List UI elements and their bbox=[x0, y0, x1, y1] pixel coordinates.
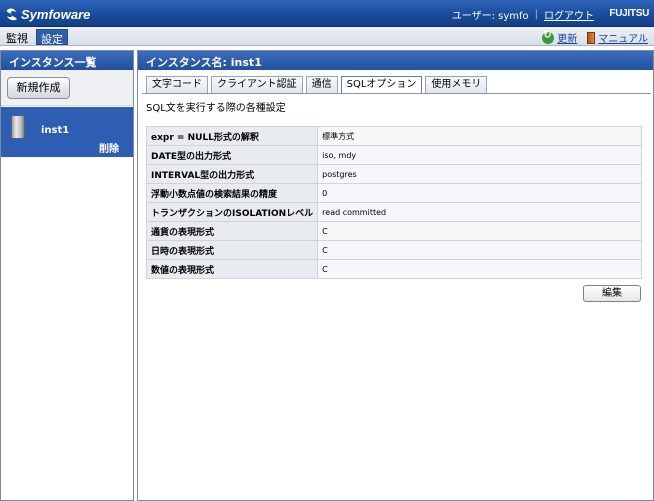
refresh-label: 更新 bbox=[557, 34, 578, 45]
table-row: INTERVAL型の出力形式 postgres bbox=[145, 164, 642, 184]
setting-value: 0 bbox=[317, 183, 642, 203]
table-row: 数値の表現形式 C bbox=[145, 259, 642, 279]
tab-memory-usage[interactable]: 使用メモリ bbox=[425, 76, 488, 93]
tab-character-code[interactable]: 文字コード bbox=[146, 76, 208, 93]
setting-value: postgres bbox=[317, 164, 642, 184]
table-row: 浮動小数点値の検索結果の精度 0 bbox=[145, 183, 642, 203]
symfoware-logo: Symfoware bbox=[5, 5, 90, 23]
tab-sql-options[interactable]: SQLオプション bbox=[340, 76, 423, 94]
setting-key: 浮動小数点値の検索結果の精度 bbox=[145, 183, 319, 203]
new-instance-button[interactable]: 新規作成 bbox=[7, 77, 70, 99]
section-description: SQL文を実行する際の各種設定 bbox=[146, 103, 286, 114]
database-icon bbox=[11, 115, 25, 139]
setting-key: 通貨の表現形式 bbox=[145, 221, 319, 241]
instance-list-title: インスタンス一覧 bbox=[1, 51, 133, 70]
symfoware-logo-icon bbox=[5, 7, 19, 21]
separator: | bbox=[534, 9, 538, 20]
menu-tab-monitor[interactable]: 監視 bbox=[2, 29, 32, 45]
setting-value: read committed bbox=[317, 202, 642, 222]
setting-key: 日時の表現形式 bbox=[145, 240, 319, 260]
instance-detail-title: インスタンス名: inst1 bbox=[138, 51, 653, 70]
setting-key: 数値の表現形式 bbox=[145, 259, 319, 279]
table-row: 通貨の表現形式 C bbox=[145, 221, 642, 241]
table-row: expr = NULL形式の解釈 標準方式 bbox=[145, 126, 642, 146]
setting-value: 標準方式 bbox=[317, 126, 642, 146]
instance-name: inst1 bbox=[41, 125, 70, 136]
new-button-area: 新規作成 bbox=[1, 70, 133, 106]
delete-instance-link[interactable]: 削除 bbox=[99, 140, 119, 155]
sql-options-table: expr = NULL形式の解釈 標準方式 DATE型の出力形式 iso, md… bbox=[145, 126, 642, 279]
menu-bar: 監視 設定 更新 マニュアル bbox=[0, 27, 654, 46]
instance-detail-panel: インスタンス名: inst1 文字コード クライアント認証 通信 SQLオプショ… bbox=[137, 50, 654, 501]
setting-value: C bbox=[317, 259, 642, 279]
tab-communication[interactable]: 通信 bbox=[305, 76, 338, 93]
setting-value: C bbox=[317, 221, 642, 241]
tab-client-auth[interactable]: クライアント認証 bbox=[211, 76, 303, 93]
menu-right-links: 更新 マニュアル bbox=[542, 30, 648, 45]
setting-key: トランザクションのISOLATIONレベル bbox=[145, 202, 319, 222]
user-area: ユーザー: symfo | ログアウト bbox=[452, 7, 594, 22]
table-row: 日時の表現形式 C bbox=[145, 240, 642, 260]
setting-key: expr = NULL形式の解釈 bbox=[145, 126, 319, 146]
table-row: DATE型の出力形式 iso, mdy bbox=[145, 145, 642, 165]
refresh-link[interactable]: 更新 bbox=[542, 30, 577, 45]
book-icon bbox=[587, 31, 596, 44]
menu-tab-settings[interactable]: 設定 bbox=[36, 29, 68, 46]
fujitsu-logo: FUJITSU bbox=[609, 8, 649, 19]
instance-list-panel: インスタンス一覧 新規作成 inst1 削除 bbox=[0, 50, 134, 501]
user-label: ユーザー: symfo bbox=[451, 11, 529, 22]
instance-list-item[interactable]: inst1 削除 bbox=[1, 107, 133, 157]
settings-tabs: 文字コード クライアント認証 通信 SQLオプション 使用メモリ bbox=[146, 76, 488, 94]
manual-label: マニュアル bbox=[598, 34, 648, 45]
tab-divider bbox=[142, 93, 651, 94]
logout-link[interactable]: ログアウト bbox=[544, 7, 594, 22]
logo-text: Symfoware bbox=[21, 6, 91, 22]
setting-key: DATE型の出力形式 bbox=[145, 145, 319, 165]
table-row: トランザクションのISOLATIONレベル read committed bbox=[145, 202, 642, 222]
edit-button[interactable]: 編集 bbox=[583, 285, 641, 302]
setting-key: INTERVAL型の出力形式 bbox=[145, 164, 319, 184]
app-header: Symfoware ユーザー: symfo | ログアウト FUJITSU bbox=[0, 0, 654, 27]
manual-link[interactable]: マニュアル bbox=[587, 30, 648, 45]
refresh-icon bbox=[542, 30, 555, 44]
setting-value: iso, mdy bbox=[317, 145, 642, 165]
setting-value: C bbox=[317, 240, 642, 260]
